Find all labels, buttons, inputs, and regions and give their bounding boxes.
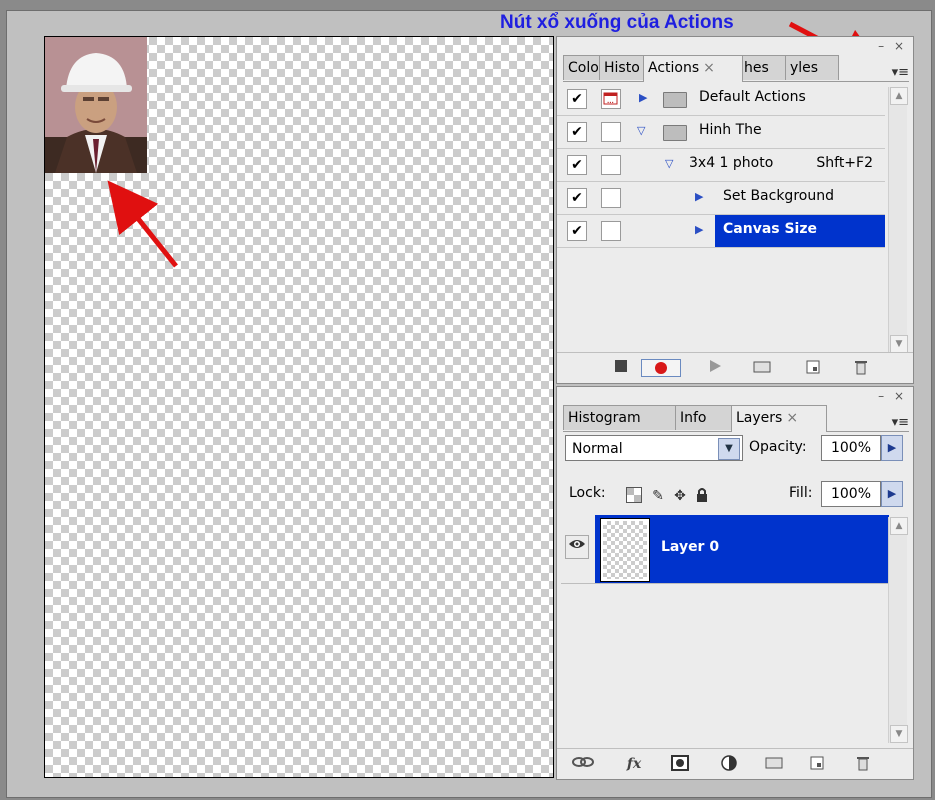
opacity-input[interactable]: 100%: [821, 435, 881, 461]
blend-mode-value: Normal: [572, 441, 623, 457]
toggle-item-checkbox[interactable]: ✔: [567, 122, 587, 142]
scroll-down-icon[interactable]: ▼: [890, 335, 908, 353]
svg-text:...: ...: [607, 98, 614, 105]
new-set-icon[interactable]: [753, 359, 771, 377]
fill-slider-button[interactable]: ▶: [881, 481, 903, 507]
lock-all-icon[interactable]: [693, 487, 711, 505]
tab-label: Histo: [604, 60, 640, 76]
new-layer-icon[interactable]: [809, 755, 825, 773]
tab-label: Layers: [736, 410, 783, 426]
expand-triangle-icon[interactable]: ▶: [639, 91, 647, 104]
actions-panel: – × Colo Histo Actions × hes yles ▾≡ ✔ ..…: [556, 36, 914, 384]
tab-histogram[interactable]: Histogram: [563, 405, 677, 430]
new-action-icon[interactable]: [805, 359, 821, 377]
dialog-toggle-icon[interactable]: [601, 188, 621, 208]
document-canvas[interactable]: [44, 36, 554, 778]
action-row[interactable]: ✔ ▶ Set Background: [557, 182, 885, 215]
lock-position-icon[interactable]: ✥: [671, 487, 689, 505]
action-row-selected[interactable]: ✔ ▶ Canvas Size: [557, 215, 885, 248]
group-icon[interactable]: [765, 755, 783, 773]
lock-label: Lock:: [569, 485, 606, 501]
tab-label: Histogram: [568, 410, 641, 426]
selection-highlight: Canvas Size: [715, 215, 885, 247]
dialog-toggle-icon[interactable]: [601, 155, 621, 175]
actions-list: ✔ ... ▶ Default Actions ✔ ▽ Hinh The ✔ ▽…: [557, 83, 885, 293]
actions-panel-tabs: Colo Histo Actions × hes yles: [563, 53, 909, 82]
scroll-up-icon[interactable]: ▲: [890, 517, 908, 535]
record-icon[interactable]: [641, 359, 681, 377]
adjustment-icon[interactable]: [719, 755, 739, 773]
tab-swatches[interactable]: hes: [739, 55, 789, 80]
panel-window-buttons[interactable]: – ×: [878, 39, 907, 53]
tab-label: Info: [680, 410, 707, 426]
opacity-label: Opacity:: [749, 439, 807, 455]
layer-row[interactable]: Layer 0: [561, 515, 889, 584]
toggle-item-checkbox[interactable]: ✔: [567, 188, 587, 208]
toggle-item-checkbox[interactable]: ✔: [567, 89, 587, 109]
tab-history[interactable]: Histo: [599, 55, 647, 80]
action-label: Default Actions: [699, 89, 806, 105]
expand-triangle-icon[interactable]: ▶: [695, 223, 703, 236]
delete-icon[interactable]: [855, 755, 871, 773]
action-row[interactable]: ✔ ▽ Hinh The: [557, 116, 885, 149]
stop-icon[interactable]: [613, 359, 629, 377]
layers-panel: – × Histogram Info Layers × ▾≡ Normal ▼ O…: [556, 386, 914, 780]
lock-transparency-icon[interactable]: [625, 487, 643, 505]
layer-name[interactable]: Layer 0: [661, 539, 719, 555]
tab-styles[interactable]: yles: [785, 55, 839, 80]
close-icon[interactable]: ×: [786, 410, 798, 426]
folder-icon: [663, 125, 687, 141]
layers-panel-tabs: Histogram Info Layers ×: [563, 403, 909, 432]
action-label: Hinh The: [699, 122, 762, 138]
fill-input[interactable]: 100%: [821, 481, 881, 507]
fill-label: Fill:: [789, 485, 813, 501]
action-label: Set Background: [723, 188, 834, 204]
dialog-toggle-icon[interactable]: [601, 221, 621, 241]
scroll-up-icon[interactable]: ▲: [890, 87, 908, 105]
tab-layers[interactable]: Layers ×: [731, 405, 827, 432]
portrait-photo: [45, 37, 147, 173]
folder-icon: [663, 92, 687, 108]
link-icon[interactable]: [571, 755, 595, 773]
panel-menu-icon[interactable]: ▾≡: [892, 65, 909, 80]
play-icon[interactable]: [707, 359, 723, 377]
eye-icon[interactable]: [565, 535, 589, 559]
action-label: 3x4 1 photo: [689, 155, 774, 171]
dialog-toggle-icon[interactable]: [601, 122, 621, 142]
fx-icon[interactable]: fx: [621, 755, 647, 773]
layer-thumbnail: [600, 518, 650, 582]
toggle-item-checkbox[interactable]: ✔: [567, 155, 587, 175]
collapse-triangle-icon[interactable]: ▽: [665, 157, 673, 170]
delete-icon[interactable]: [853, 359, 869, 377]
tab-label: Colo: [568, 60, 599, 76]
layers-toolbar: fx: [557, 748, 913, 779]
panel-window-buttons[interactable]: – ×: [878, 389, 907, 403]
annotation-label: Nút xổ xuống của Actions: [500, 12, 734, 33]
blend-mode-select[interactable]: Normal ▼: [565, 435, 743, 461]
chevron-down-icon[interactable]: ▼: [718, 438, 740, 460]
dialog-toggle-icon[interactable]: ...: [601, 89, 621, 109]
lock-pixels-icon[interactable]: ✎: [649, 487, 667, 505]
expand-triangle-icon[interactable]: ▶: [695, 190, 703, 203]
tab-label: yles: [790, 60, 819, 76]
action-label: Canvas Size: [723, 221, 817, 237]
toggle-item-checkbox[interactable]: ✔: [567, 221, 587, 241]
action-shortcut: Shft+F2: [816, 155, 873, 171]
collapse-triangle-icon[interactable]: ▽: [637, 124, 645, 137]
tab-color[interactable]: Colo: [563, 55, 603, 80]
actions-scrollbar[interactable]: ▲ ▼: [888, 87, 908, 353]
tab-label: hes: [744, 60, 769, 76]
action-row[interactable]: ✔ ▽ 3x4 1 photo Shft+F2: [557, 149, 885, 182]
opacity-slider-button[interactable]: ▶: [881, 435, 903, 461]
action-row[interactable]: ✔ ... ▶ Default Actions: [557, 83, 885, 116]
tab-actions[interactable]: Actions ×: [643, 55, 743, 82]
mask-icon[interactable]: [671, 755, 689, 773]
actions-toolbar: [557, 352, 913, 383]
panel-menu-icon[interactable]: ▾≡: [892, 415, 909, 430]
scroll-down-icon[interactable]: ▼: [890, 725, 908, 743]
tab-label: Actions: [648, 60, 700, 76]
close-icon[interactable]: ×: [703, 60, 715, 76]
tab-info[interactable]: Info: [675, 405, 733, 430]
layers-scrollbar[interactable]: ▲ ▼: [888, 517, 908, 743]
